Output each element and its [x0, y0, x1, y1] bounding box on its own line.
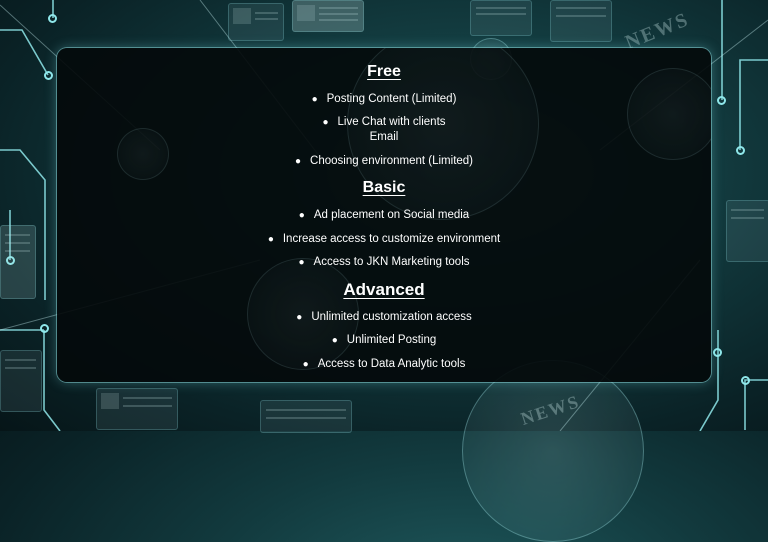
circuit-node — [713, 348, 722, 357]
item-text: Choosing environment (Limited) — [310, 155, 474, 167]
list-item: ● Posting Content (Limited) — [57, 92, 711, 107]
section-heading-advanced: Advanced — [343, 280, 425, 299]
list-item: ● Live Chat with clients Email — [57, 115, 711, 145]
news-thumbnail — [228, 3, 284, 41]
circle-watermark — [627, 68, 711, 160]
list-item: ● Access to JKN Marketing tools — [57, 255, 711, 270]
circuit-node — [48, 14, 57, 23]
news-thumbnail — [0, 350, 42, 412]
item-text: Access to JKN Marketing tools — [313, 256, 470, 268]
bullet-icon: ● — [331, 335, 338, 346]
item-text-second-line: Email — [369, 131, 399, 143]
news-thumbnail — [470, 0, 532, 36]
news-thumbnail — [550, 0, 612, 42]
list-item: ● Increase access to customize environmen… — [57, 232, 711, 247]
bullet-icon: ● — [322, 117, 329, 128]
bullet-icon: ● — [302, 359, 309, 370]
news-thumbnail — [0, 225, 36, 299]
bullet-icon: ● — [298, 257, 305, 268]
section-heading-basic: Basic — [362, 179, 406, 196]
circuit-node — [717, 96, 726, 105]
bullet-icon: ● — [267, 234, 274, 245]
circuit-node — [736, 146, 745, 155]
list-item: ● Access to Data Analytic tools — [57, 357, 711, 372]
content-panel: Free ● Posting Content (Limited) ● Live Ch… — [57, 48, 711, 382]
bullet-icon: ● — [311, 94, 318, 105]
circuit-node — [44, 71, 53, 80]
item-text: Ad placement on Social media — [313, 209, 470, 221]
list-item: ● Choosing environment (Limited) — [57, 154, 711, 169]
news-thumbnail — [260, 400, 352, 433]
bullet-icon: ● — [294, 156, 302, 167]
item-text: Live Chat with clients — [337, 116, 446, 128]
item-text: Access to Data Analytic tools — [317, 358, 466, 370]
list-item: ● Unlimited Posting — [57, 333, 711, 348]
circuit-node — [40, 324, 49, 333]
item-text: Unlimited customization access — [311, 311, 472, 323]
section-heading-free: Free — [367, 63, 401, 80]
circuit-node — [741, 376, 750, 385]
item-text: Unlimited Posting — [346, 334, 437, 346]
item-text: Increase access to customize environment — [282, 233, 501, 245]
bullet-icon: ● — [298, 210, 305, 221]
news-magnifier — [462, 360, 644, 542]
news-thumbnail — [292, 0, 364, 32]
bullet-icon: ● — [296, 312, 303, 323]
news-thumbnail — [726, 200, 768, 262]
news-thumbnail — [96, 388, 178, 430]
list-item: ● Ad placement on Social media — [57, 208, 711, 223]
list-item: ● Unlimited customization access — [57, 310, 711, 325]
item-text: Posting Content (Limited) — [326, 93, 457, 105]
